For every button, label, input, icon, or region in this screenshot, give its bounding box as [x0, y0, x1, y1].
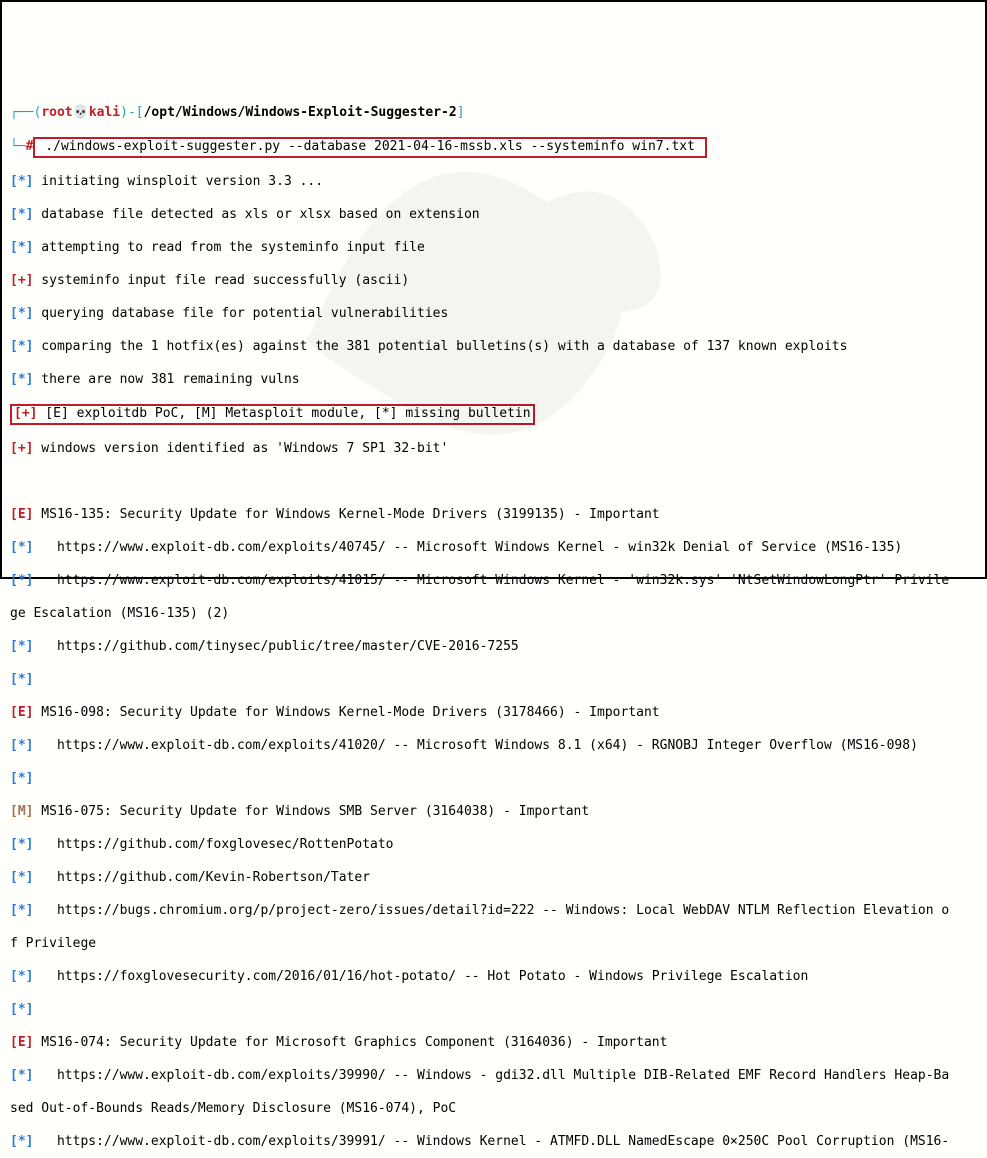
legend-line: [+] [E] exploitdb PoC, [M] Metasploit mo…: [10, 405, 977, 425]
cwd-path: /opt/Windows/Windows-Exploit-Suggester-2: [144, 105, 457, 120]
command-text: ./windows-exploit-suggester.py --databas…: [37, 139, 702, 154]
command-highlight: ./windows-exploit-suggester.py --databas…: [33, 137, 706, 158]
prompt-line-1: ┌──(root💀kali)-[/opt/Windows/Windows-Exp…: [10, 105, 977, 122]
output-line: [*] querying database file for potential…: [10, 306, 977, 323]
exploit-detail: [*] https://www.exploit-db.com/exploits/…: [10, 1068, 977, 1085]
output-line: [*] there are now 381 remaining vulns: [10, 372, 977, 389]
exploit-detail: [*] https://www.exploit-db.com/exploits/…: [10, 540, 977, 557]
output-line: [+] windows version identified as 'Windo…: [10, 441, 977, 458]
exploit-detail: [*]: [10, 1002, 977, 1019]
exploit-detail: [*]: [10, 672, 977, 689]
output-line: [*] attempting to read from the systemin…: [10, 240, 977, 257]
output-line: [+] systeminfo input file read successfu…: [10, 273, 977, 290]
exploit-detail-wrap: f Privilege: [10, 936, 977, 953]
metasploit-header: [M] MS16-075: Security Update for Window…: [10, 804, 977, 821]
output-blank: [10, 474, 977, 491]
prompt-line-2[interactable]: └─# ./windows-exploit-suggester.py --dat…: [10, 138, 977, 158]
exploit-detail: [*] https://bugs.chromium.org/p/project-…: [10, 903, 977, 920]
exploit-header: [E] MS16-098: Security Update for Window…: [10, 705, 977, 722]
output-line: [*] initiating winsploit version 3.3 ...: [10, 174, 977, 191]
output-line: [*] database file detected as xls or xls…: [10, 207, 977, 224]
exploit-header: [E] MS16-135: Security Update for Window…: [10, 507, 977, 524]
exploit-detail: [*] https://foxglovesecurity.com/2016/01…: [10, 969, 977, 986]
exploit-detail: [*] https://www.exploit-db.com/exploits/…: [10, 738, 977, 755]
exploit-detail: [*]: [10, 771, 977, 788]
exploit-detail-wrap: sed Out-of-Bounds Reads/Memory Disclosur…: [10, 1101, 977, 1118]
exploit-detail-wrap: ge Escalation (MS16-135) (2): [10, 606, 977, 623]
exploit-header: [E] MS16-074: Security Update for Micros…: [10, 1035, 977, 1052]
exploit-detail: [*] https://github.com/Kevin-Robertson/T…: [10, 870, 977, 887]
exploit-detail: [*] https://www.exploit-db.com/exploits/…: [10, 1134, 977, 1151]
exploit-detail: [*] https://github.com/foxglovesec/Rotte…: [10, 837, 977, 854]
exploit-detail: [*] https://www.exploit-db.com/exploits/…: [10, 573, 977, 590]
exploit-detail: [*] https://github.com/tinysec/public/tr…: [10, 639, 977, 656]
output-line: [*] comparing the 1 hotfix(es) against t…: [10, 339, 977, 356]
